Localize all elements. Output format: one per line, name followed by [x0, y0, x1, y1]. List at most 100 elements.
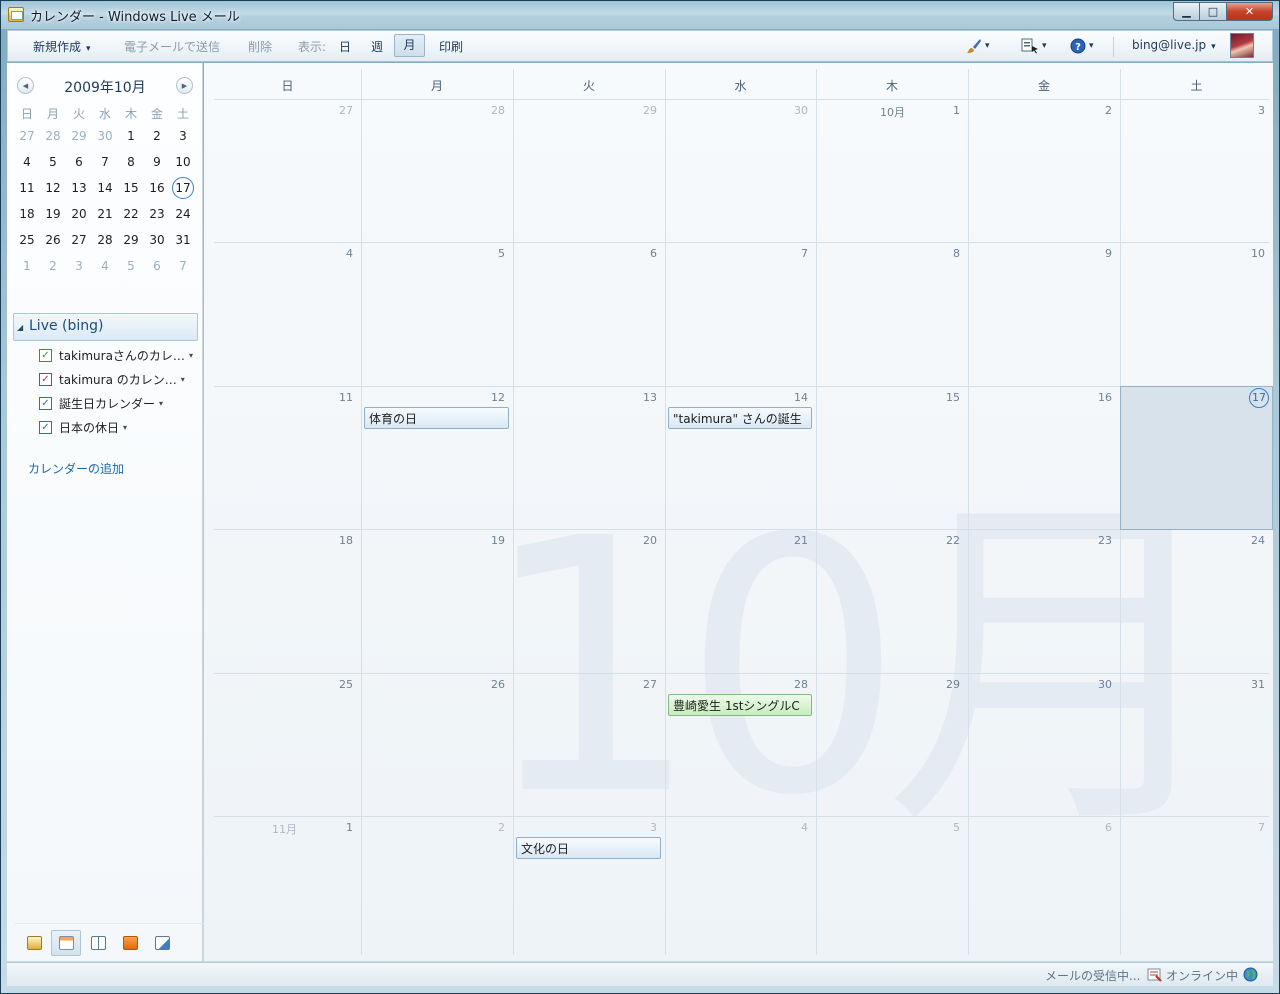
- day-number[interactable]: 2: [1072, 104, 1112, 117]
- contacts-module-button[interactable]: [83, 930, 113, 956]
- maximize-button[interactable]: □: [1200, 2, 1227, 21]
- day-number[interactable]: 7: [768, 247, 808, 260]
- day-number[interactable]: 5: [920, 821, 960, 834]
- mini-calendar-day[interactable]: 2: [144, 129, 170, 143]
- day-number[interactable]: 6: [617, 247, 657, 260]
- layout-menu-button[interactable]: ▾: [1021, 37, 1047, 55]
- day-number[interactable]: 16: [1072, 391, 1112, 404]
- calendar-checkbox[interactable]: ✓: [39, 372, 52, 386]
- view-month-button[interactable]: 月: [394, 34, 425, 57]
- mini-calendar-day[interactable]: 28: [40, 129, 66, 143]
- add-calendar-link[interactable]: カレンダーの追加: [28, 460, 124, 477]
- brush-menu-button[interactable]: ▾: [966, 37, 990, 55]
- calendar-checkbox[interactable]: ✓: [39, 420, 52, 434]
- mini-calendar-day[interactable]: 29: [66, 129, 92, 143]
- mini-calendar-day[interactable]: 8: [118, 155, 144, 169]
- mini-calendar-day[interactable]: 1: [14, 259, 40, 273]
- mini-calendar-day[interactable]: 31: [170, 233, 196, 247]
- day-number[interactable]: 4: [313, 247, 353, 260]
- mini-calendar-day[interactable]: 3: [170, 129, 196, 143]
- view-day-button[interactable]: 日: [339, 38, 351, 55]
- mini-calendar-day[interactable]: 7: [92, 155, 118, 169]
- newsgroups-module-button[interactable]: [147, 930, 177, 956]
- day-number[interactable]: 7: [1225, 821, 1265, 834]
- calendar-checkbox[interactable]: ✓: [39, 396, 52, 410]
- delete-button[interactable]: 削除: [248, 38, 272, 55]
- calendar-list-item[interactable]: ✓ 日本の休日 ▾: [39, 415, 199, 439]
- mini-calendar-day[interactable]: 16: [144, 181, 170, 195]
- mini-calendar-day[interactable]: 5: [118, 259, 144, 273]
- mini-calendar-day[interactable]: 24: [170, 207, 196, 221]
- day-number[interactable]: 3: [1225, 104, 1265, 117]
- day-number[interactable]: 30: [1072, 678, 1112, 691]
- event-sports-day[interactable]: 体育の日: [364, 407, 509, 429]
- day-number[interactable]: 1: [920, 104, 960, 117]
- mini-calendar-day[interactable]: 18: [14, 207, 40, 221]
- day-number[interactable]: 24: [1225, 534, 1265, 547]
- day-number[interactable]: 1: [313, 821, 353, 834]
- mini-calendar-day[interactable]: 26: [40, 233, 66, 247]
- day-number[interactable]: 12: [465, 391, 505, 404]
- mini-calendar-day[interactable]: 21: [92, 207, 118, 221]
- mini-calendar-day[interactable]: 28: [92, 233, 118, 247]
- mini-calendar-day[interactable]: 3: [66, 259, 92, 273]
- mini-calendar-day[interactable]: 23: [144, 207, 170, 221]
- day-number[interactable]: 18: [313, 534, 353, 547]
- day-number[interactable]: 30: [768, 104, 808, 117]
- day-number[interactable]: 10: [1225, 247, 1265, 260]
- calendar-options-dropdown-icon[interactable]: ▾: [123, 423, 127, 432]
- day-number[interactable]: 29: [920, 678, 960, 691]
- mini-calendar-day[interactable]: 25: [14, 233, 40, 247]
- mini-calendar-day[interactable]: 2: [40, 259, 66, 273]
- offline-mail-icon[interactable]: [1147, 967, 1162, 982]
- mini-calendar-day[interactable]: 4: [92, 259, 118, 273]
- mini-calendar-day[interactable]: 14: [92, 181, 118, 195]
- day-number[interactable]: 31: [1225, 678, 1265, 691]
- mini-calendar-day[interactable]: 4: [14, 155, 40, 169]
- mini-calendar-day[interactable]: 19: [40, 207, 66, 221]
- calendar-list-item[interactable]: ✓ 誕生日カレンダー ▾: [39, 391, 199, 415]
- day-number[interactable]: 13: [617, 391, 657, 404]
- close-button[interactable]: ✕: [1227, 2, 1273, 21]
- day-number[interactable]: 2: [465, 821, 505, 834]
- day-number[interactable]: 29: [617, 104, 657, 117]
- calendar-module-button[interactable]: [51, 930, 81, 956]
- day-number[interactable]: 4: [768, 821, 808, 834]
- calendar-options-dropdown-icon[interactable]: ▾: [159, 399, 163, 408]
- next-month-button[interactable]: ▶: [176, 77, 193, 94]
- print-button[interactable]: 印刷: [439, 38, 463, 55]
- day-number[interactable]: 27: [313, 104, 353, 117]
- mini-calendar-day[interactable]: 11: [14, 181, 40, 195]
- event-single-release[interactable]: 豊崎愛生 1stシングルC: [668, 694, 812, 716]
- calendar-options-dropdown-icon[interactable]: ▾: [181, 375, 185, 384]
- mini-calendar-day[interactable]: 27: [14, 129, 40, 143]
- day-number[interactable]: 8: [920, 247, 960, 260]
- day-number[interactable]: 11: [313, 391, 353, 404]
- mini-calendar-day[interactable]: 30: [92, 129, 118, 143]
- day-number[interactable]: 5: [465, 247, 505, 260]
- day-number[interactable]: 6: [1072, 821, 1112, 834]
- today-day-number[interactable]: 17: [1249, 388, 1269, 408]
- mini-calendar-day[interactable]: 7: [170, 259, 196, 273]
- day-number[interactable]: 15: [920, 391, 960, 404]
- calendar-checkbox[interactable]: ✓: [39, 348, 52, 362]
- calendar-list-item[interactable]: ✓ takimura のカレン… ▾: [39, 367, 199, 391]
- day-number[interactable]: 25: [313, 678, 353, 691]
- mini-calendar-day[interactable]: 22: [118, 207, 144, 221]
- day-number[interactable]: 14: [768, 391, 808, 404]
- mini-calendar-day[interactable]: 13: [66, 181, 92, 195]
- mini-calendar-day[interactable]: 27: [66, 233, 92, 247]
- avatar[interactable]: [1230, 33, 1254, 58]
- send-email-button[interactable]: 電子メールで送信: [124, 38, 220, 55]
- day-number[interactable]: 28: [465, 104, 505, 117]
- day-number[interactable]: 9: [1072, 247, 1112, 260]
- day-number[interactable]: 26: [465, 678, 505, 691]
- view-week-button[interactable]: 週: [371, 38, 383, 55]
- event-culture-day[interactable]: 文化の日: [516, 837, 661, 859]
- help-menu-button[interactable]: ? ▾: [1070, 37, 1094, 55]
- mini-calendar-day[interactable]: 30: [144, 233, 170, 247]
- mini-calendar-day[interactable]: 10: [170, 155, 196, 169]
- calendar-options-dropdown-icon[interactable]: ▾: [189, 351, 193, 360]
- mini-calendar-day[interactable]: 15: [118, 181, 144, 195]
- day-number[interactable]: 22: [920, 534, 960, 547]
